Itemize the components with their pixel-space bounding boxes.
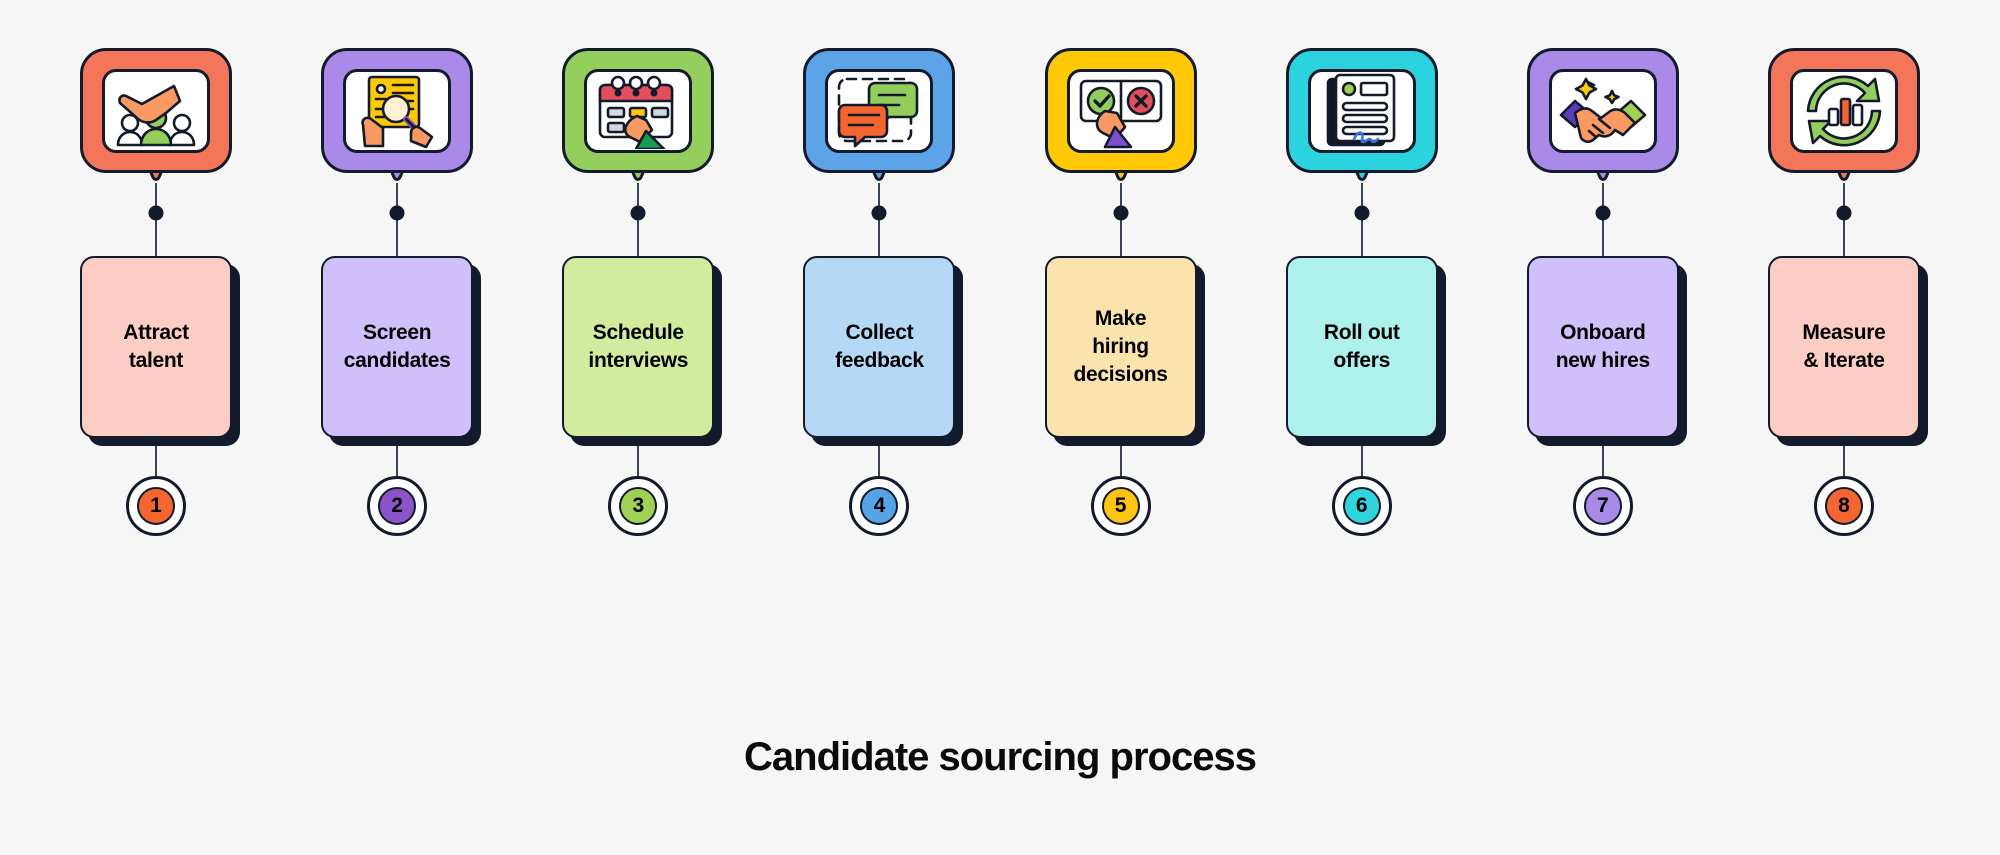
connector-line-top <box>1354 183 1370 256</box>
step-badge[interactable] <box>321 48 474 183</box>
step-card[interactable]: Onboard new hires <box>1526 256 1687 446</box>
steps-row: Attract talent 1 Screen candidates 2 Sch… <box>0 0 2000 650</box>
refresh-chart-icon <box>1789 68 1898 153</box>
process-step: Schedule interviews 3 <box>542 0 734 650</box>
handshake-icon <box>1548 68 1657 153</box>
speech-bubbles-icon <box>825 68 934 153</box>
connector-line-top <box>630 183 646 256</box>
process-step: Collect feedback 4 <box>783 0 975 650</box>
badge-frame <box>80 48 232 173</box>
process-step: Measure & Iterate 8 <box>1748 0 1940 650</box>
step-number: 7 <box>1583 487 1622 525</box>
connector-dot <box>630 205 646 221</box>
step-number: 5 <box>1101 487 1140 525</box>
step-badge[interactable] <box>562 48 715 183</box>
badge-frame <box>321 48 474 173</box>
card-body: Roll out offers <box>1285 256 1438 438</box>
step-card[interactable]: Collect feedback <box>803 256 964 446</box>
step-number-badge[interactable]: 5 <box>1090 476 1151 536</box>
approve-reject-icon <box>1066 68 1175 153</box>
connector-dot <box>1836 205 1852 221</box>
step-number: 8 <box>1824 487 1863 525</box>
step-number-badge[interactable]: 2 <box>367 476 428 536</box>
connector-dot <box>1595 205 1611 221</box>
card-body: Measure & Iterate <box>1767 256 1920 438</box>
card-body: Screen candidates <box>321 256 474 438</box>
badge-frame <box>1767 48 1920 173</box>
step-number: 4 <box>860 487 899 525</box>
step-number: 6 <box>1342 487 1381 525</box>
signed-document-icon <box>1307 68 1416 153</box>
step-number-badge[interactable]: 7 <box>1572 476 1633 536</box>
connector-line-top <box>871 183 887 256</box>
step-card[interactable]: Screen candidates <box>321 256 482 446</box>
card-body: Onboard new hires <box>1526 256 1679 438</box>
step-badge[interactable] <box>1767 48 1920 183</box>
step-label: Measure & Iterate <box>1802 321 1886 372</box>
step-label: Screen candidates <box>343 321 451 372</box>
connector-line-top <box>1836 183 1852 256</box>
connector-dot <box>871 205 887 221</box>
page-title: Candidate sourcing process <box>744 735 1257 779</box>
hand-picking-candidate-icon <box>102 68 210 153</box>
step-card[interactable]: Measure & Iterate <box>1767 256 1928 446</box>
step-number-badge[interactable]: 8 <box>1813 476 1874 536</box>
connector-line-top <box>389 183 405 256</box>
connector-line-top <box>148 183 164 256</box>
badge-frame <box>562 48 715 173</box>
process-step: Screen candidates 2 <box>301 0 493 650</box>
card-body: Attract talent <box>80 256 232 438</box>
connector-dot <box>389 205 405 221</box>
badge-frame <box>803 48 956 173</box>
badge-frame <box>1285 48 1438 173</box>
badge-frame <box>1044 48 1197 173</box>
step-number-badge[interactable]: 1 <box>126 476 186 536</box>
step-card[interactable]: Schedule interviews <box>562 256 723 446</box>
step-badge[interactable] <box>80 48 232 183</box>
step-label: Schedule interviews <box>588 321 689 372</box>
step-badge[interactable] <box>1044 48 1197 183</box>
step-number: 2 <box>378 487 417 525</box>
connector-line-top <box>1113 183 1129 256</box>
resume-magnifier-icon <box>343 68 452 153</box>
connector-dot <box>1354 205 1370 221</box>
step-label: Attract talent <box>123 321 189 372</box>
connector-dot <box>148 205 164 221</box>
step-number: 3 <box>619 487 658 525</box>
card-body: Collect feedback <box>803 256 956 438</box>
process-step: Attract talent 1 <box>60 0 252 650</box>
step-badge[interactable] <box>1526 48 1679 183</box>
step-label: Onboard new hires <box>1555 321 1650 372</box>
badge-frame <box>1526 48 1679 173</box>
card-body: Schedule interviews <box>562 256 715 438</box>
step-number-badge[interactable]: 6 <box>1331 476 1392 536</box>
connector-line-top <box>1595 183 1611 256</box>
connector-dot <box>1113 205 1129 221</box>
step-label: Roll out offers <box>1323 321 1400 372</box>
step-number-badge[interactable]: 4 <box>849 476 910 536</box>
step-card[interactable]: Roll out offers <box>1285 256 1446 446</box>
calendar-hand-icon <box>584 68 693 153</box>
step-card[interactable]: Make hiring decisions <box>1044 256 1205 446</box>
step-label: Make hiring decisions <box>1073 307 1168 386</box>
step-number: 1 <box>137 487 175 525</box>
infographic-canvas: Attract talent 1 Screen candidates 2 Sch… <box>0 0 2000 855</box>
card-body: Make hiring decisions <box>1044 256 1197 438</box>
step-badge[interactable] <box>803 48 956 183</box>
process-step: Roll out offers 6 <box>1266 0 1458 650</box>
process-step: Onboard new hires 7 <box>1507 0 1699 650</box>
step-number-badge[interactable]: 3 <box>608 476 669 536</box>
step-label: Collect feedback <box>835 321 924 372</box>
process-step: Make hiring decisions 5 <box>1025 0 1217 650</box>
step-card[interactable]: Attract talent <box>80 256 240 446</box>
step-badge[interactable] <box>1285 48 1438 183</box>
